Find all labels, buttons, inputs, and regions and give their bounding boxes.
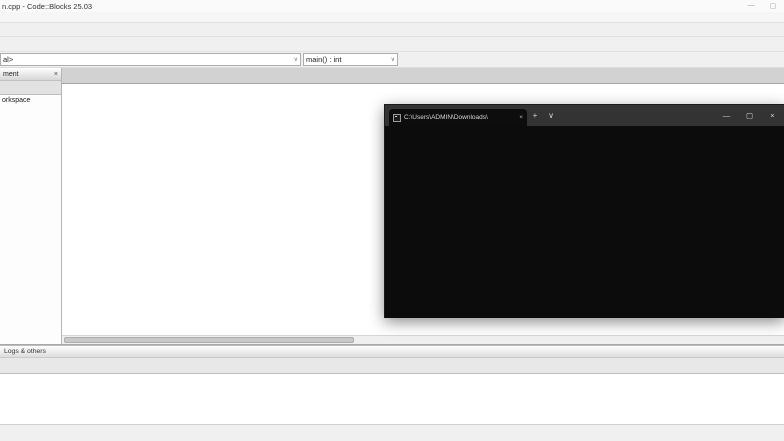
scope-combobox[interactable]: al> ∨ — [0, 53, 301, 66]
close-icon[interactable]: × — [54, 71, 58, 78]
management-panel: ment × orkspace — [0, 68, 62, 344]
title-bar: n.cpp - Code::Blocks 25.03 — ▢ — [0, 0, 784, 12]
maximize-button[interactable]: ▢ — [762, 2, 784, 10]
terminal-output[interactable] — [385, 126, 784, 318]
main-toolbar — [0, 23, 784, 37]
terminal-window: C:\Users\ADMIN\Downloads\ × + ∨ — ▢ × — [384, 104, 784, 318]
logs-caption: Logs & others — [0, 346, 784, 358]
secondary-toolbar — [0, 37, 784, 52]
tab-dropdown-button[interactable]: ∨ — [543, 111, 559, 120]
logs-content — [0, 374, 784, 424]
logs-panel: Logs & others — [0, 345, 784, 424]
code-completion-bar: al> ∨ main() : int ∨ — [0, 52, 784, 68]
main-area: ment × orkspace C:\Users\ADMIN\Downloads… — [0, 68, 784, 345]
terminal-close-button[interactable]: × — [761, 111, 784, 120]
workspace-root-item[interactable]: orkspace — [2, 97, 30, 104]
management-tabs — [0, 81, 61, 95]
function-value: main() : int — [306, 55, 342, 64]
menu-bar — [0, 12, 784, 23]
chevron-down-icon: ∨ — [293, 57, 298, 63]
management-title: ment — [3, 70, 19, 78]
terminal-minimize-button[interactable]: — — [715, 111, 738, 120]
terminal-tab-title: C:\Users\ADMIN\Downloads\ — [404, 114, 488, 121]
function-combobox[interactable]: main() : int ∨ — [303, 53, 398, 66]
scrollbar-thumb[interactable] — [64, 337, 354, 343]
management-caption: ment × — [0, 68, 61, 81]
chevron-down-icon: ∨ — [390, 57, 395, 63]
new-tab-button[interactable]: + — [527, 111, 543, 120]
window-title: n.cpp - Code::Blocks 25.03 — [2, 1, 93, 11]
logs-tab-bar — [0, 358, 784, 374]
close-icon[interactable]: × — [519, 114, 523, 121]
terminal-tab[interactable]: C:\Users\ADMIN\Downloads\ × — [389, 109, 527, 126]
workspace-tree[interactable]: orkspace — [0, 95, 61, 344]
editor-tab-bar — [62, 68, 784, 84]
scope-value: al> — [3, 55, 14, 64]
status-bar — [0, 424, 784, 440]
cmd-icon — [393, 113, 401, 122]
terminal-title-bar: C:\Users\ADMIN\Downloads\ × + ∨ — ▢ × — [385, 105, 784, 126]
codeblocks-window: n.cpp - Code::Blocks 25.03 — ▢ al> ∨ mai… — [0, 0, 784, 441]
minimize-button[interactable]: — — [740, 2, 762, 10]
editor-horizontal-scrollbar[interactable] — [62, 335, 784, 344]
terminal-maximize-button[interactable]: ▢ — [738, 111, 761, 120]
